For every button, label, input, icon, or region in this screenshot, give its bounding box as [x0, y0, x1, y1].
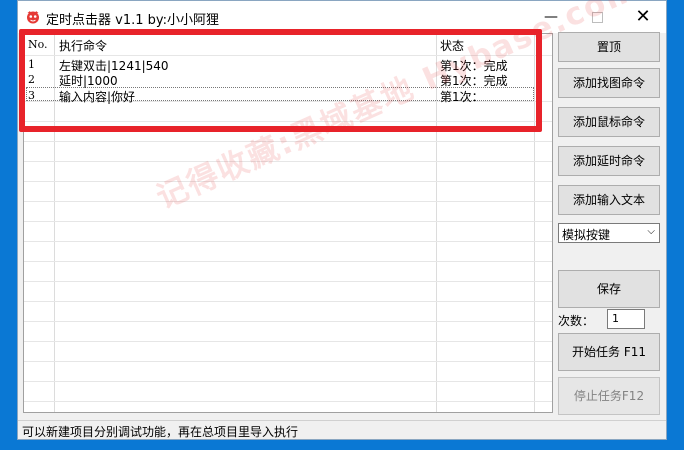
grid-line: [24, 281, 552, 282]
start-task-button[interactable]: 开始任务 F11: [558, 333, 660, 371]
grid-line: [24, 301, 552, 302]
window-title: 定时点击器 v1.1 by:小小阿狸: [46, 13, 220, 28]
grid-line: [24, 221, 552, 222]
maximize-button[interactable]: [574, 1, 620, 33]
add-find-image-command-button[interactable]: 添加找图命令: [558, 68, 660, 98]
status-bar: 可以新建项目分别调试功能，再在总项目里导入执行: [18, 420, 666, 439]
grid-line: [24, 401, 552, 402]
key-mode-value: 模拟按键: [562, 228, 611, 242]
app-logo-icon: [27, 11, 39, 24]
save-button[interactable]: 保存: [558, 270, 660, 308]
repeat-count-label: 次数：: [558, 314, 595, 328]
grid-line: [24, 201, 552, 202]
grid-line: [24, 161, 552, 162]
add-input-text-button[interactable]: 添加输入文本: [558, 185, 660, 215]
annotation-highlight-box: [19, 29, 542, 132]
maximize-icon: [591, 12, 603, 23]
status-bar-text: 可以新建项目分别调试功能，再在总项目里导入执行: [22, 425, 299, 439]
grid-line: [24, 141, 552, 142]
chevron-down-icon: ⌵: [647, 226, 655, 237]
grid-line: [24, 261, 552, 262]
grid-line: [24, 381, 552, 382]
grid-line: [24, 321, 552, 322]
grid-line: [24, 241, 552, 242]
close-button[interactable]: ✕: [620, 1, 666, 33]
grid-line: [24, 361, 552, 362]
add-delay-command-button[interactable]: 添加延时命令: [558, 146, 660, 176]
grid-line: [24, 181, 552, 182]
key-mode-select[interactable]: 模拟按键 ⌵: [558, 223, 660, 243]
add-mouse-command-button[interactable]: 添加鼠标命令: [558, 107, 660, 137]
repeat-count-input[interactable]: 1: [607, 309, 645, 329]
grid-line: [24, 341, 552, 342]
pin-on-top-button[interactable]: 置顶: [558, 32, 660, 62]
stop-task-button: 停止任务F12: [558, 377, 660, 415]
